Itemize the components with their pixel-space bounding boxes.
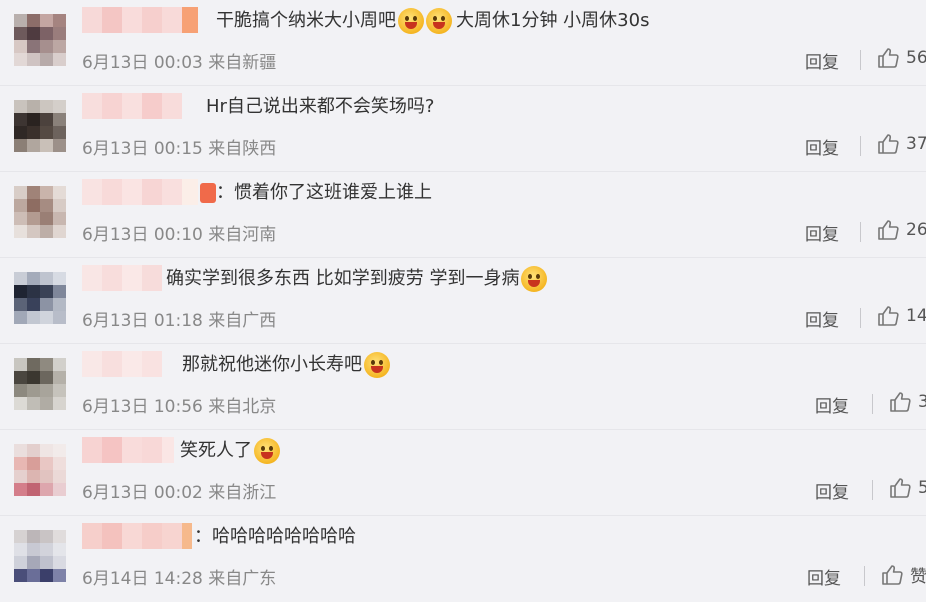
comment-meta: 6月13日 00:03 来自新疆 [82,53,277,73]
comment-text: ：哈哈哈哈哈哈哈哈 [194,526,356,547]
thumbs-up-icon [878,220,899,240]
avatar[interactable] [14,272,66,324]
comment-text: Hr自己说出来都不会笑场吗? [206,96,435,117]
comment-item: ：哈哈哈哈哈哈哈哈 6月14日 14:28 来自广东 回复 赞 [0,516,926,602]
comment-item: 确实学到很多东西 比如学到疲劳 学到一身病 6月13日 01:18 来自广西 回… [0,258,926,344]
badge-emoji-icon [200,183,216,203]
comment-text: 笑死人了 [180,438,280,464]
comment-meta: 6月14日 14:28 来自广东 [82,569,277,589]
divider [860,50,861,70]
laughing-tears-emoji-icon [364,352,390,378]
flushed-emoji-icon [426,8,452,34]
like-button[interactable]: 5 [888,476,926,500]
divider [872,394,873,414]
reply-button[interactable]: 回复 [805,134,839,159]
reply-button[interactable]: 回复 [805,220,839,245]
avatar[interactable] [14,358,66,410]
avatar[interactable] [14,186,66,238]
thumbs-up-icon [890,392,911,412]
reply-button[interactable]: 回复 [807,564,841,589]
like-count: 56 [906,48,926,68]
comment-text: 那就祝他迷你小长寿吧 [182,352,390,378]
like-count: 14 [906,306,926,326]
like-button[interactable]: 56 [876,46,926,70]
username-blurred[interactable] [82,179,198,205]
thumbs-up-icon [890,478,911,498]
reply-button[interactable]: 回复 [815,478,849,503]
reply-button[interactable]: 回复 [805,48,839,73]
comment-meta: 6月13日 10:56 来自北京 [82,397,277,417]
like-count: 26 [906,220,926,240]
divider [860,136,861,156]
flushed-emoji-icon [398,8,424,34]
avatar[interactable] [14,100,66,152]
thumbs-up-icon [878,48,899,68]
avatar[interactable] [14,14,66,66]
like-button[interactable]: 3 [888,390,926,414]
like-count: 赞 [910,567,926,587]
username-blurred[interactable] [82,265,162,291]
like-count: 37 [906,134,926,154]
comment-item: 干脆搞个纳米大小周吧 大周休1分钟 小周休30s 6月13日 00:03 来自新… [0,0,926,86]
username-blurred[interactable] [82,93,182,119]
comment-text: 干脆搞个纳米大小周吧 大周休1分钟 小周休30s [216,8,649,34]
comment-meta: 6月13日 00:02 来自浙江 [82,483,277,503]
comment-item: 笑死人了 6月13日 00:02 来自浙江 回复 5 [0,430,926,516]
comment-meta: 6月13日 00:10 来自河南 [82,225,277,245]
like-count: 5 [918,478,926,498]
thumbs-up-icon [882,564,903,585]
comment-item: 那就祝他迷你小长寿吧 6月13日 10:56 来自北京 回复 3 [0,344,926,430]
comment-meta: 6月13日 01:18 来自广西 [82,311,277,331]
like-button[interactable]: 26 [876,218,926,242]
comment-item: ：惯着你了这班谁爱上谁上 6月13日 00:10 来自河南 回复 26 [0,172,926,258]
like-count: 3 [918,392,926,412]
reply-button[interactable]: 回复 [815,392,849,417]
reply-button[interactable]: 回复 [805,306,839,331]
thumbs-up-icon [878,306,899,326]
comment-text: ：惯着你了这班谁爱上谁上 [198,180,432,206]
comment-text: 确实学到很多东西 比如学到疲劳 学到一身病 [166,266,548,292]
comment-item: Hr自己说出来都不会笑场吗? 6月13日 00:15 来自陕西 回复 37 [0,86,926,172]
thumbs-up-icon [878,134,899,154]
comment-meta: 6月13日 00:15 来自陕西 [82,139,277,159]
like-button[interactable]: 赞 [880,562,926,587]
username-blurred[interactable] [82,437,174,463]
grinning-emoji-icon [254,438,280,464]
avatar[interactable] [14,530,66,582]
username-blurred[interactable] [82,7,198,33]
avatar[interactable] [14,444,66,496]
divider [860,308,861,328]
username-blurred[interactable] [82,523,192,549]
username-blurred[interactable] [82,351,162,377]
divider [864,566,865,586]
like-button[interactable]: 14 [876,304,926,328]
divider [860,222,861,242]
like-button[interactable]: 37 [876,132,926,156]
tongue-emoji-icon [521,266,548,292]
divider [872,480,873,500]
